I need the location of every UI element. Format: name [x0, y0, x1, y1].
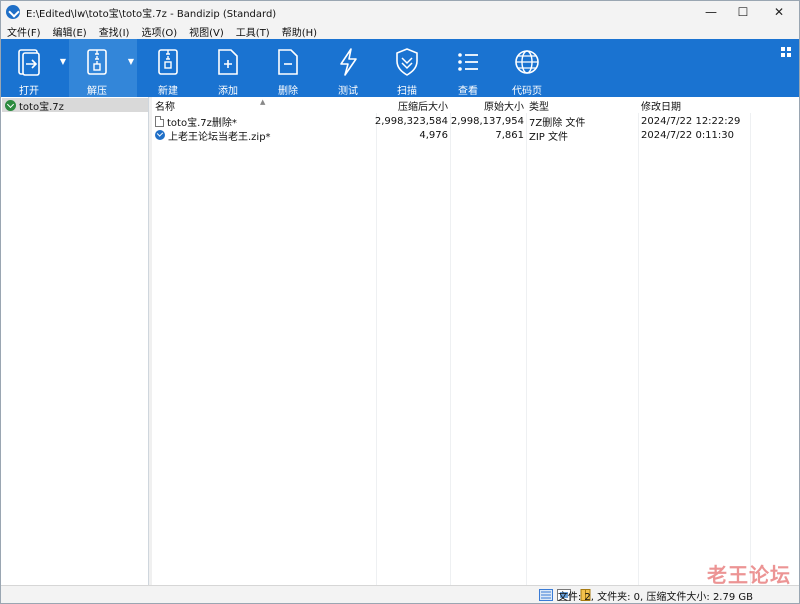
sort-ascending-icon: ▲ [260, 98, 266, 106]
column-header-packed[interactable]: 压缩后大小 [378, 97, 448, 113]
add-label: 添加 [218, 86, 238, 97]
minimize-button[interactable]: — [695, 1, 727, 23]
extract-button[interactable]: 解压 [69, 39, 125, 97]
menu-file[interactable]: 文件(F) [1, 24, 47, 39]
original-size-cell: 7,861 [495, 129, 524, 141]
menu-view[interactable]: 视图(V) [183, 24, 230, 39]
layout-grid-icon[interactable] [781, 47, 791, 57]
table-row[interactable]: 上老王论坛当老王.zip* 4,976 7,861 ZIP 文件 2024/7/… [152, 128, 799, 143]
toolbar: 打开 ▼ 解压 ▼ 新建 添加 删除 测试 扫描 查看 代码页 [1, 39, 799, 97]
original-size-cell: 2,998,137,954 [450, 115, 524, 127]
archive-tree-panel: toto宝.7z [1, 97, 149, 585]
menu-options[interactable]: 选项(O) [135, 24, 183, 39]
codepage-button[interactable]: 代码页 [499, 39, 555, 97]
column-divider [750, 97, 751, 585]
open-label: 打开 [19, 86, 39, 97]
scan-button[interactable]: 扫描 [380, 39, 434, 97]
extract-icon [87, 49, 107, 75]
extract-label: 解压 [87, 86, 107, 97]
scan-shield-icon [396, 48, 418, 76]
tree-item-label: toto宝.7z [19, 101, 64, 113]
column-header-modified[interactable]: 修改日期 [641, 97, 681, 113]
column-header-name[interactable]: 名称 [155, 97, 175, 113]
view-button[interactable]: 查看 [441, 39, 495, 97]
menu-find[interactable]: 查找(I) [93, 24, 136, 39]
menu-bar: 文件(F) 编辑(E) 查找(I) 选项(O) 视图(V) 工具(T) 帮助(H… [1, 23, 799, 39]
column-divider [450, 97, 451, 585]
codepage-globe-icon [515, 50, 539, 74]
add-file-icon [218, 49, 238, 75]
packed-size-cell: 2,998,323,584 [374, 115, 448, 127]
open-archive-icon [18, 49, 40, 76]
details-view-icon[interactable] [539, 589, 553, 601]
delete-file-icon [278, 49, 298, 75]
title-bar: E:\Edited\lw\toto宝\toto宝.7z - Bandizip (… [1, 1, 799, 23]
watermark-text: 老王论坛 [707, 563, 791, 587]
file-name-cell: 上老王论坛当老王.zip* [155, 128, 271, 143]
menu-tools[interactable]: 工具(T) [230, 24, 276, 39]
extract-dropdown-button[interactable]: ▼ [125, 39, 137, 97]
packed-size-cell: 4,976 [419, 129, 448, 141]
status-text: 文件: 2, 文件夹: 0, 压缩文件大小: 2.79 GB [557, 592, 753, 603]
test-label: 测试 [338, 86, 358, 97]
window-title: E:\Edited\lw\toto宝\toto宝.7z - Bandizip (… [26, 8, 277, 20]
codepage-label: 代码页 [512, 86, 542, 97]
tree-item-archive-root[interactable]: toto宝.7z [2, 98, 148, 113]
bandizip-app-icon [6, 5, 20, 19]
file-name: 上老王论坛当老王.zip* [168, 131, 271, 143]
chevron-down-icon: ▼ [127, 57, 135, 66]
document-icon [155, 115, 164, 127]
new-archive-label: 新建 [158, 86, 178, 97]
new-archive-icon [158, 49, 178, 75]
file-name: toto宝.7z删除* [167, 117, 237, 129]
window-controls: — ☐ ✕ [695, 1, 799, 23]
file-list: 名称 ▲ 压缩后大小 原始大小 类型 修改日期 toto宝.7z删除* 2,99… [152, 97, 799, 585]
column-header-type[interactable]: 类型 [529, 97, 549, 113]
column-divider [638, 97, 639, 585]
zip-archive-icon [155, 130, 165, 140]
maximize-button[interactable]: ☐ [727, 1, 759, 23]
scan-label: 扫描 [397, 86, 417, 97]
menu-help[interactable]: 帮助(H) [276, 24, 323, 39]
type-cell: ZIP 文件 [529, 131, 569, 143]
modified-cell: 2024/7/22 12:22:29 [641, 115, 741, 127]
view-label: 查看 [458, 86, 478, 97]
archive-icon [5, 99, 16, 111]
table-row[interactable]: toto宝.7z删除* 2,998,323,584 2,998,137,954 … [152, 114, 799, 129]
delete-label: 删除 [278, 86, 298, 97]
column-header-row: 名称 ▲ 压缩后大小 原始大小 类型 修改日期 [152, 97, 799, 113]
type-cell: 7Z删除 文件 [529, 117, 586, 129]
chevron-down-icon: ▼ [59, 57, 67, 66]
app-window: E:\Edited\lw\toto宝\toto宝.7z - Bandizip (… [0, 0, 800, 604]
column-header-size[interactable]: 原始大小 [452, 97, 524, 113]
column-divider [526, 97, 527, 585]
add-button[interactable]: 添加 [201, 39, 255, 97]
test-lightning-icon [340, 48, 357, 76]
column-divider [376, 97, 377, 585]
open-dropdown-button[interactable]: ▼ [57, 39, 69, 97]
view-list-icon [458, 53, 478, 71]
open-button[interactable]: 打开 [1, 39, 57, 97]
test-button[interactable]: 测试 [321, 39, 375, 97]
new-archive-button[interactable]: 新建 [141, 39, 195, 97]
file-name-cell: toto宝.7z删除* [155, 114, 237, 129]
close-button[interactable]: ✕ [759, 1, 799, 23]
status-bar: 文件: 2, 文件夹: 0, 压缩文件大小: 2.79 GB [1, 585, 799, 603]
delete-button[interactable]: 删除 [261, 39, 315, 97]
menu-edit[interactable]: 编辑(E) [47, 24, 93, 39]
modified-cell: 2024/7/22 0:11:30 [641, 129, 735, 141]
